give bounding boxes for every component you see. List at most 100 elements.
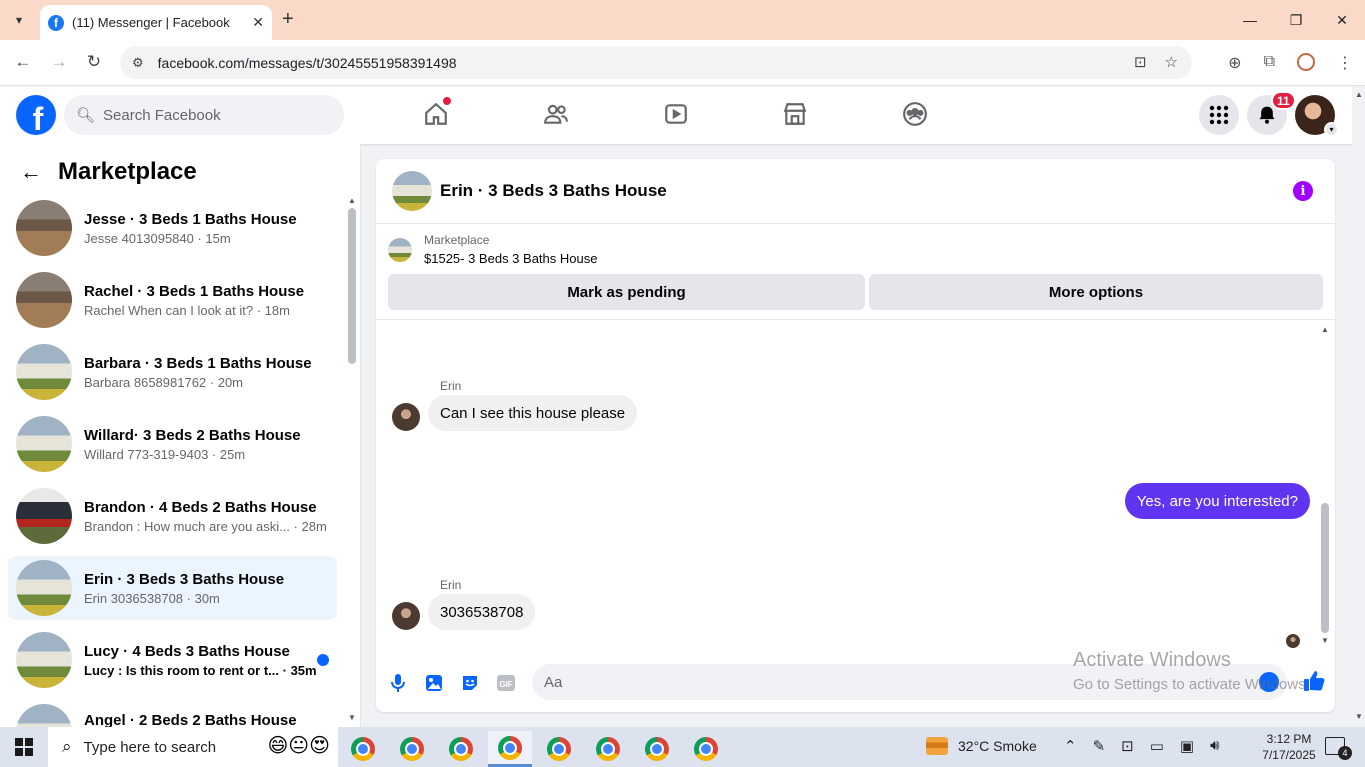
groups-icon[interactable] (900, 99, 930, 129)
chrome-taskbar-icon[interactable] (439, 731, 483, 767)
scrollbar-thumb[interactable] (1321, 503, 1329, 633)
battery-icon[interactable]: ▭ (1150, 737, 1164, 755)
scroll-down-icon[interactable]: ▼ (1355, 712, 1363, 721)
conversation-item[interactable]: Jesse · 3 Beds 1 Baths House Jesse 40130… (8, 196, 337, 260)
conversation-item[interactable]: Rachel · 3 Beds 1 Baths House Rachel Whe… (8, 268, 337, 332)
conversation-item[interactable]: Brandon · 4 Beds 2 Baths House Brandon :… (8, 484, 337, 548)
scroll-down-icon[interactable]: ▼ (1321, 636, 1329, 645)
marketplace-label: Marketplace (424, 233, 490, 247)
chrome-taskbar-icon[interactable] (390, 731, 434, 767)
conversation-item[interactable]: Willard· 3 Beds 2 Baths House Willard 77… (8, 412, 337, 476)
bookmark-star-icon[interactable]: ☆ (1165, 53, 1178, 71)
clock-date: 7/17/2025 (1262, 748, 1316, 762)
chevron-up-icon[interactable]: ⌃ (1064, 737, 1077, 755)
site-info-icon[interactable]: ⚙ (132, 55, 144, 71)
conversation-item[interactable]: Angel · 2 Beds 2 Baths House (8, 700, 337, 727)
scroll-down-icon[interactable]: ▼ (348, 713, 356, 722)
search-highlight-emoji-icon[interactable]: 😄😐😍 (267, 733, 330, 758)
conversation-preview: Willard 773-319-9403 · 25m (84, 446, 246, 462)
emoji-icon[interactable] (1259, 672, 1279, 692)
conversation-name: Jesse · 3 Beds 1 Baths House (84, 210, 297, 228)
tab-search-button[interactable]: ▾ (6, 7, 32, 33)
forward-arrow-icon[interactable]: → (48, 52, 70, 72)
sender-avatar[interactable] (392, 403, 420, 431)
chat-scrollbar[interactable]: ▲ ▼ (1320, 325, 1330, 647)
page-scrollbar[interactable]: ▲ ▼ (1352, 87, 1365, 727)
back-arrow-icon[interactable]: ← (12, 52, 34, 72)
outgoing-message-bubble[interactable]: Yes, are you interested? (1124, 483, 1310, 519)
chevron-down-icon: ▾ (1324, 122, 1339, 137)
listing-summary[interactable]: Marketplace $1525- 3 Beds 3 Baths House (388, 233, 597, 266)
scroll-up-icon[interactable]: ▲ (1355, 90, 1363, 99)
unread-dot (317, 654, 329, 666)
video-icon[interactable] (661, 99, 691, 129)
divider (376, 319, 1335, 320)
menu-grid-icon[interactable] (1199, 95, 1239, 135)
info-icon[interactable]: i (1293, 181, 1313, 201)
facebook-logo-icon[interactable]: f (16, 95, 56, 135)
reload-icon[interactable]: ↻ (83, 52, 105, 72)
message-input[interactable]: Aa (532, 664, 1287, 700)
chrome-taskbar-icon[interactable] (684, 731, 728, 767)
chrome-taskbar-icon[interactable] (586, 731, 630, 767)
browser-tab-messenger[interactable]: f (11) Messenger | Facebook ✕ (40, 5, 272, 40)
friends-icon[interactable] (541, 99, 571, 129)
listing-thumbnail (16, 416, 72, 472)
microphone-icon[interactable] (388, 673, 408, 693)
weather-widget[interactable]: 32°C Smoke (926, 737, 1037, 755)
scroll-up-icon[interactable]: ▲ (348, 196, 356, 205)
chrome-taskbar-icon-active[interactable] (488, 731, 532, 767)
incoming-message-bubble[interactable]: Can I see this house please (428, 395, 638, 431)
new-tab-button[interactable]: + (282, 8, 294, 31)
message-sender: Erin (440, 578, 462, 592)
meet-now-icon[interactable]: ⊡ (1121, 737, 1134, 755)
tab-close-icon[interactable]: ✕ (252, 14, 264, 31)
close-window-icon[interactable]: ✕ (1319, 0, 1365, 40)
profile-avatar[interactable]: ▾ (1295, 95, 1339, 137)
listing-thumbnail (16, 632, 72, 688)
conversation-name: Angel · 2 Beds 2 Baths House (84, 712, 297, 727)
message-composer: GIF Aa (376, 659, 1335, 707)
maximize-icon[interactable]: ❐ (1273, 0, 1319, 40)
extensions-icon[interactable]: ⧉ (1264, 53, 1275, 73)
minimize-icon[interactable]: — (1227, 0, 1273, 40)
more-options-button[interactable]: More options (869, 274, 1323, 310)
back-arrow-icon[interactable]: ← (20, 159, 42, 185)
windows-start-icon[interactable] (0, 727, 48, 767)
menu-kebab-icon[interactable]: ⋮ (1337, 53, 1353, 73)
chrome-taskbar-icon[interactable] (635, 731, 679, 767)
incoming-message-bubble[interactable]: 3036538708 (428, 594, 536, 630)
sticker-icon[interactable] (460, 673, 480, 693)
taskbar-search-input[interactable]: ⌕ Type here to search 😄😐😍 (48, 727, 338, 767)
conversation-item[interactable]: Barbara · 3 Beds 1 Baths House Barbara 8… (8, 340, 337, 404)
chrome-taskbar-icon[interactable] (341, 731, 385, 767)
conversation-list-scrollbar[interactable]: ▲ ▼ (347, 196, 357, 722)
thumbs-up-icon[interactable] (1302, 669, 1326, 693)
translate-icon[interactable]: ⊕ (1228, 53, 1241, 73)
chat-title[interactable]: Erin · 3 Beds 3 Baths House (440, 181, 667, 201)
network-icon[interactable]: ▣ (1180, 737, 1194, 755)
chat-listing-thumbnail[interactable] (392, 171, 432, 211)
volume-icon[interactable]: 🔊︎ (1210, 737, 1219, 755)
gif-icon[interactable]: GIF (496, 673, 516, 693)
photo-icon[interactable] (424, 673, 444, 693)
taskbar-clock[interactable]: 3:12 PM 7/17/2025 (1256, 731, 1322, 763)
message-input-placeholder: Aa (544, 673, 563, 691)
profile-icon[interactable] (1297, 53, 1315, 71)
install-app-icon[interactable]: ⊡ (1134, 53, 1147, 71)
search-input[interactable]: 🔍︎ Search Facebook (64, 95, 344, 135)
conversation-item-unread[interactable]: Lucy · 4 Beds 3 Baths House Lucy : Is th… (8, 628, 337, 692)
sender-avatar[interactable] (392, 602, 420, 630)
marketplace-icon[interactable] (780, 99, 810, 129)
pen-icon[interactable]: ✎ (1093, 737, 1106, 755)
address-bar[interactable]: ⚙ facebook.com/messages/t/30245551958391… (120, 46, 1192, 79)
mark-as-pending-button[interactable]: Mark as pending (388, 274, 865, 310)
scrollbar-thumb[interactable] (348, 208, 356, 364)
chrome-taskbar-icon[interactable] (537, 731, 581, 767)
weather-text: 32°C Smoke (958, 738, 1037, 754)
conversation-preview: Erin 3036538708 · 30m (84, 590, 220, 606)
search-icon: ⌕ (62, 737, 72, 756)
conversation-item-active[interactable]: Erin · 3 Beds 3 Baths House Erin 3036538… (8, 556, 337, 620)
notification-center-icon[interactable]: 4 (1325, 737, 1352, 760)
scroll-up-icon[interactable]: ▲ (1321, 325, 1329, 334)
